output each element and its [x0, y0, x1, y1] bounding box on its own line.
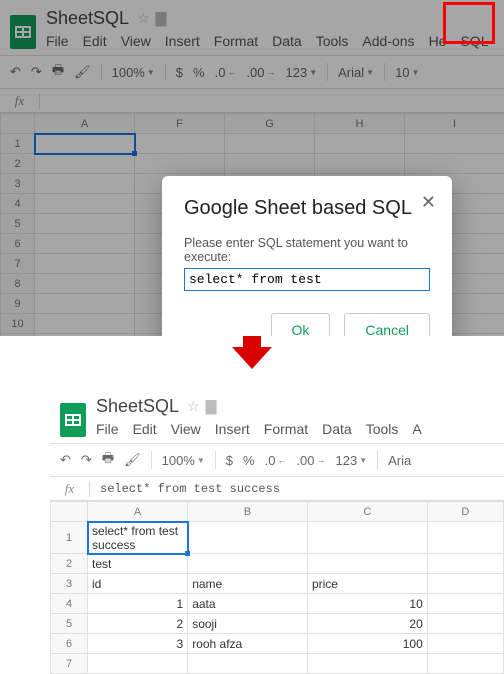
menu-data[interactable]: Data: [322, 421, 352, 437]
cell[interactable]: [307, 522, 427, 554]
paint-format-icon[interactable]: 🖌: [124, 452, 141, 468]
menu-view[interactable]: View: [171, 421, 201, 437]
increase-decimal[interactable]: .00→: [296, 453, 325, 468]
cell[interactable]: 10: [307, 594, 427, 614]
menu-file[interactable]: File: [96, 421, 119, 437]
cell[interactable]: 20: [307, 614, 427, 634]
currency-format[interactable]: $: [226, 453, 233, 468]
sql-menu-highlight: [443, 2, 495, 44]
formula-bar[interactable]: select* from test success: [90, 482, 280, 496]
menu-bar: File Edit View Insert Format Data Tools …: [96, 417, 422, 443]
dialog-prompt: Please enter SQL statement you want to e…: [184, 236, 430, 264]
spreadsheet-grid[interactable]: A B C D 1 select* from test success 2 te…: [50, 501, 504, 674]
cell[interactable]: 3: [88, 634, 188, 654]
sheets-logo-icon: [60, 403, 86, 437]
ok-button[interactable]: Ok: [271, 313, 331, 336]
cell[interactable]: price: [307, 574, 427, 594]
cell[interactable]: select* from test success: [88, 522, 188, 554]
row-header[interactable]: 2: [51, 554, 88, 574]
cell[interactable]: rooh afza: [188, 634, 308, 654]
cell[interactable]: name: [188, 574, 308, 594]
cancel-button[interactable]: Cancel: [344, 313, 430, 336]
fx-label: fx: [50, 481, 90, 497]
menu-edit[interactable]: Edit: [133, 421, 157, 437]
toolbar: ↶ ↷ 🖶 🖌 100% ▼ $ % .0← .00→ 123▼ Aria: [50, 443, 504, 477]
folder-icon[interactable]: ▇: [206, 398, 217, 415]
cell[interactable]: sooji: [188, 614, 308, 634]
menu-format[interactable]: Format: [264, 421, 308, 437]
menu-insert[interactable]: Insert: [215, 421, 250, 437]
undo-icon[interactable]: ↶: [60, 452, 71, 468]
cell[interactable]: 1: [88, 594, 188, 614]
percent-format[interactable]: %: [243, 453, 255, 468]
row-header[interactable]: 5: [51, 614, 88, 634]
doc-title[interactable]: SheetSQL: [96, 396, 179, 417]
row-header[interactable]: 7: [51, 654, 88, 674]
dialog-title: Google Sheet based SQL: [184, 196, 430, 220]
col-header[interactable]: C: [307, 502, 427, 522]
number-format[interactable]: 123▼: [336, 453, 368, 468]
cell[interactable]: 100: [307, 634, 427, 654]
col-header[interactable]: B: [188, 502, 308, 522]
col-header[interactable]: D: [427, 502, 503, 522]
row-header[interactable]: 4: [51, 594, 88, 614]
row-header[interactable]: 1: [51, 522, 88, 554]
menu-tools[interactable]: Tools: [366, 421, 399, 437]
select-all-corner[interactable]: [51, 502, 88, 522]
print-icon[interactable]: 🖶: [102, 449, 114, 471]
cell[interactable]: [188, 522, 308, 554]
close-icon[interactable]: ✕: [421, 192, 436, 213]
zoom-control[interactable]: 100% ▼: [162, 453, 205, 468]
col-header[interactable]: A: [88, 502, 188, 522]
sql-input[interactable]: [184, 268, 430, 291]
font-family[interactable]: Aria: [388, 453, 411, 468]
row-header[interactable]: 3: [51, 574, 88, 594]
redo-icon[interactable]: ↷: [81, 452, 92, 468]
cell[interactable]: aata: [188, 594, 308, 614]
cell[interactable]: id: [88, 574, 188, 594]
sql-dialog: ✕ Google Sheet based SQL Please enter SQ…: [162, 176, 452, 336]
star-icon[interactable]: ☆: [187, 398, 200, 415]
cell[interactable]: test: [88, 554, 188, 574]
row-header[interactable]: 6: [51, 634, 88, 654]
cell[interactable]: 2: [88, 614, 188, 634]
decrease-decimal[interactable]: .0←: [265, 453, 287, 468]
menu-addons[interactable]: A: [412, 421, 421, 437]
